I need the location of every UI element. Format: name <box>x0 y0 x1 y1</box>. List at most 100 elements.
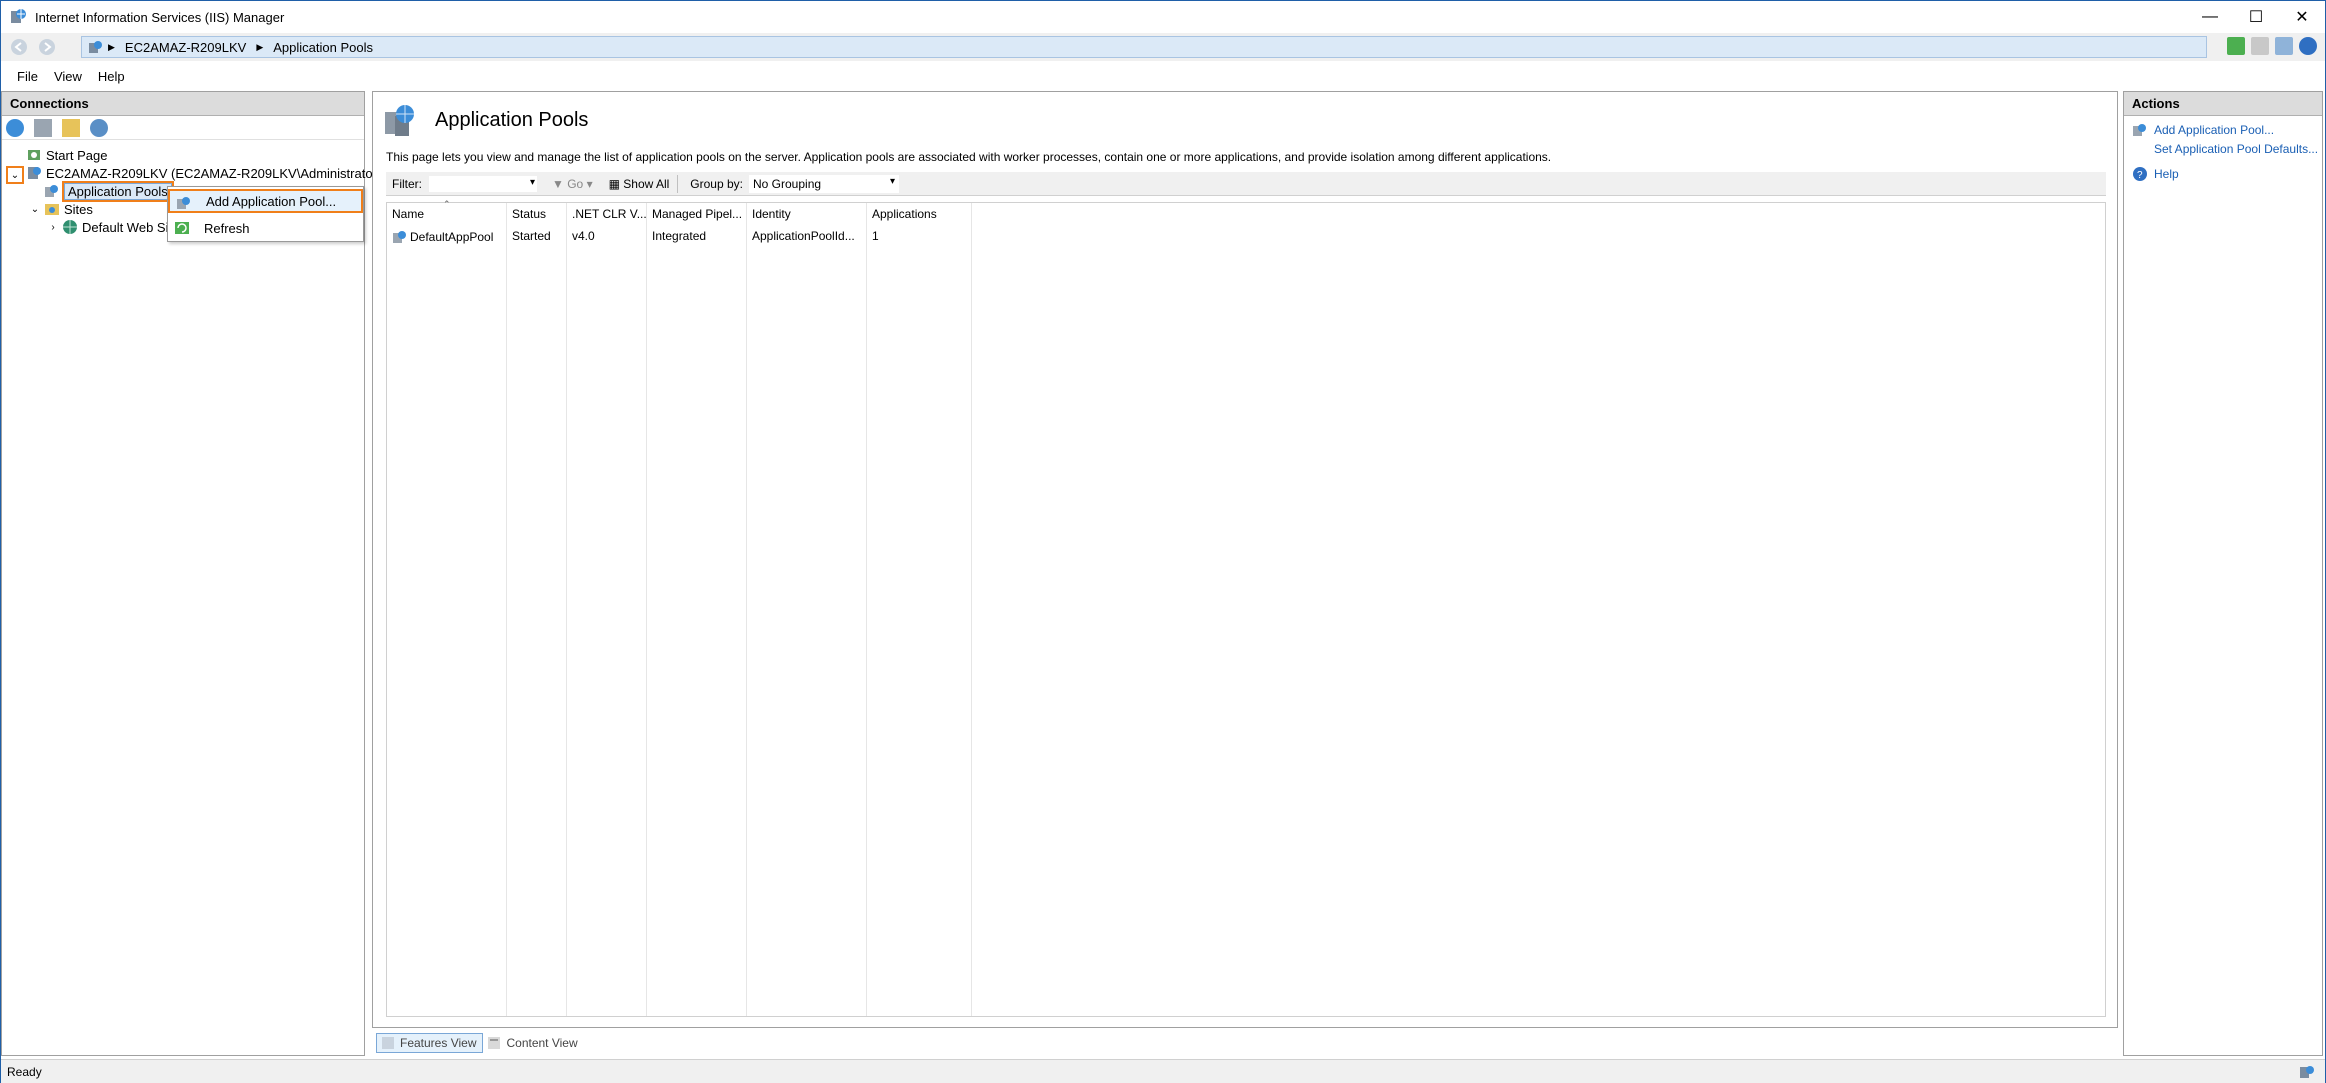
column-header[interactable]: Identity <box>752 207 791 221</box>
connect-globe-icon[interactable] <box>6 118 24 137</box>
forward-arrow-icon <box>39 39 55 55</box>
column-header[interactable]: Applications <box>872 207 937 221</box>
sites-icon <box>45 204 59 215</box>
default-site-expander[interactable]: › <box>46 220 60 234</box>
help-icon: ? <box>2133 167 2147 181</box>
go-label: Go <box>567 176 584 191</box>
column-header[interactable]: Status <box>512 207 546 221</box>
save-icon[interactable] <box>34 118 52 137</box>
cell-text: DefaultAppPool <box>410 230 494 244</box>
actions-header: Actions <box>2124 92 2322 116</box>
filter-input[interactable] <box>428 174 538 193</box>
cell-pipeline: Integrated <box>652 229 707 243</box>
tree-label: Application Pools <box>62 180 174 202</box>
close-button[interactable]: ✕ <box>2279 1 2325 33</box>
minimize-button[interactable]: — <box>2187 1 2233 33</box>
action-set-defaults[interactable]: Set Application Pool Defaults... <box>2154 142 2318 156</box>
address-bar: ▶ EC2AMAZ-R209LKV ▶ Application Pools <box>1 33 2325 61</box>
group-by-label: Group by: <box>690 176 743 191</box>
show-all-label: Show All <box>623 176 670 191</box>
cell-name[interactable]: DefaultAppPool <box>392 229 493 245</box>
page-header: Application Pools <box>383 102 588 138</box>
help-icon[interactable] <box>2299 37 2317 55</box>
up-folder-icon[interactable] <box>62 118 80 137</box>
toolbar-divider <box>677 174 679 193</box>
column-name: Name ⌃ DefaultAppPool <box>387 199 507 1016</box>
tree-start-page[interactable]: Start Page <box>26 146 107 164</box>
actions-panel: Actions Add Application Pool... Set Appl… <box>2123 91 2323 1056</box>
tab-label: Content View <box>506 1036 578 1050</box>
home-icon[interactable] <box>2275 37 2293 55</box>
go-button[interactable]: ▼ Go ▾ <box>552 177 593 191</box>
action-help[interactable]: ? Help <box>2132 166 2179 182</box>
server-expander[interactable]: ⌄ <box>6 166 24 184</box>
title-bar: Internet Information Services (IIS) Mana… <box>1 1 2325 33</box>
column-header[interactable]: Name <box>392 207 424 221</box>
tree-sites[interactable]: Sites <box>44 200 93 218</box>
breadcrumb-separator: ▶ <box>256 41 264 52</box>
context-item-label: Refresh <box>204 220 250 236</box>
tree-label: Start Page <box>46 147 108 163</box>
tab-label: Features View <box>400 1036 477 1050</box>
status-bar: Ready <box>1 1059 2325 1083</box>
column-header[interactable]: .NET CLR V... <box>572 207 647 221</box>
maximize-button[interactable]: ☐ <box>2233 1 2279 33</box>
tree-application-pools[interactable]: Application Pools <box>44 180 174 202</box>
cell-status: Started <box>512 229 551 243</box>
back-button[interactable] <box>5 35 33 59</box>
menu-file[interactable]: File <box>17 69 38 84</box>
column-header[interactable]: Managed Pipel... <box>652 207 742 221</box>
action-add-app-pool[interactable]: Add Application Pool... <box>2132 122 2274 138</box>
column-pipeline: Managed Pipel... Integrated <box>647 203 747 1016</box>
breadcrumb-app-pools[interactable]: Application Pools <box>273 40 373 55</box>
stop-icon[interactable] <box>2251 37 2269 55</box>
tree-label: Default Web Sit <box>82 219 173 235</box>
column-applications: Applications 1 <box>867 203 972 1016</box>
group-by-value: No Grouping <box>753 176 822 191</box>
iis-manager-window: Internet Information Services (IIS) Mana… <box>0 0 2326 1083</box>
app-pool-icon <box>393 231 406 243</box>
group-by-select[interactable]: No Grouping <box>749 174 899 193</box>
sites-expander[interactable]: ⌄ <box>28 202 42 216</box>
tree-default-web-site[interactable]: Default Web Sit <box>62 218 172 236</box>
menu-bar: File View Help <box>1 63 2325 89</box>
address-path[interactable]: ▶ EC2AMAZ-R209LKV ▶ Application Pools <box>81 36 2207 58</box>
forward-button[interactable] <box>33 35 61 59</box>
menu-view[interactable]: View <box>54 69 82 84</box>
show-all-button[interactable]: ▦ Show All <box>609 177 670 191</box>
disconnect-icon[interactable] <box>90 118 108 137</box>
globe-icon <box>63 220 77 234</box>
refresh-icon[interactable] <box>2227 37 2245 55</box>
action-label: Add Application Pool... <box>2154 123 2275 137</box>
cell-identity: ApplicationPoolId... <box>752 229 855 243</box>
tree-label: Sites <box>64 201 93 217</box>
tab-features-view[interactable]: Features View <box>376 1033 484 1053</box>
svg-text:?: ? <box>2137 170 2143 181</box>
sort-caret-icon: ⌃ <box>443 199 451 209</box>
breadcrumb-server[interactable]: EC2AMAZ-R209LKV <box>125 40 246 55</box>
tab-content-view[interactable]: Content View <box>483 1033 583 1053</box>
app-pools-large-icon <box>385 105 414 136</box>
add-app-pool-icon <box>177 197 190 209</box>
back-arrow-icon <box>11 39 27 55</box>
connections-header: Connections <box>2 92 364 116</box>
main-content: Application Pools This page lets you vie… <box>372 91 2118 1028</box>
filter-toolbar: Filter: ▼ Go ▾ ▦ Show All Group by: No G… <box>386 172 2106 196</box>
page-title: Application Pools <box>435 108 589 131</box>
tree-server[interactable]: EC2AMAZ-R209LKV (EC2AMAZ-R209LKV\Adminis… <box>26 164 381 182</box>
tree-label: EC2AMAZ-R209LKV (EC2AMAZ-R209LKV\Adminis… <box>46 165 382 181</box>
context-menu: Add Application Pool... Refresh <box>167 186 364 242</box>
column-status: Status Started <box>507 203 567 1016</box>
column-clr: .NET CLR V... v4.0 <box>567 203 647 1016</box>
context-refresh[interactable]: Refresh <box>168 216 363 240</box>
content-view-icon <box>488 1037 501 1049</box>
window-title: Internet Information Services (IIS) Mana… <box>35 9 285 25</box>
filter-label: Filter: <box>392 176 422 191</box>
action-label: Set Application Pool Defaults... <box>2154 142 2319 156</box>
context-item-label: Add Application Pool... <box>206 193 337 209</box>
menu-help[interactable]: Help <box>98 69 125 84</box>
view-tabs: Features View Content View <box>376 1032 584 1054</box>
breadcrumb-separator: ▶ <box>108 41 115 52</box>
server-icon <box>28 167 41 179</box>
context-add-app-pool[interactable]: Add Application Pool... <box>168 189 363 213</box>
